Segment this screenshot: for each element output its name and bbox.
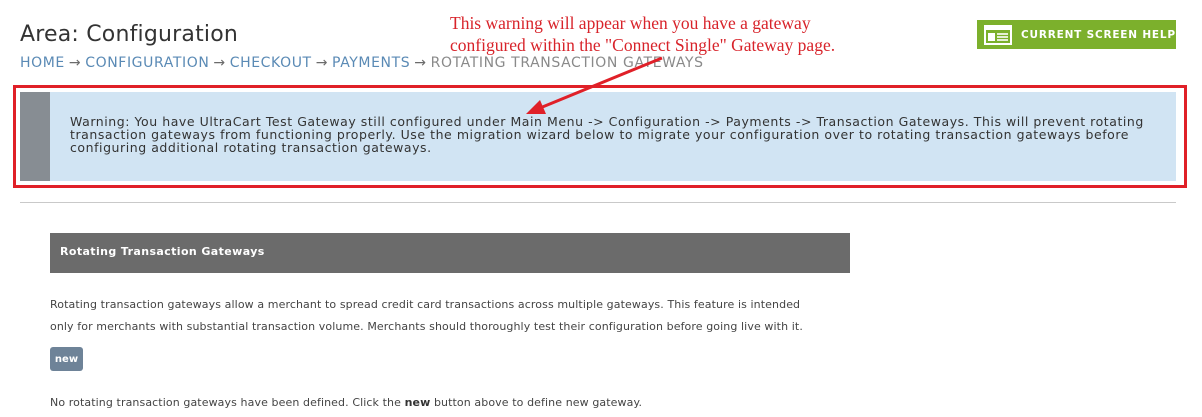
breadcrumb-separator: → — [315, 55, 329, 71]
screen-help-icon — [984, 24, 1012, 45]
help-button-label: CURRENT SCREEN HELP — [1021, 28, 1176, 41]
section-header: Rotating Transaction Gateways — [50, 233, 850, 273]
breadcrumb-home[interactable]: HOME — [20, 55, 65, 71]
empty-state-bold: new — [404, 396, 431, 409]
annotation-line-2: configured within the "Connect Single" G… — [450, 35, 836, 55]
breadcrumb: HOME → CONFIGURATION → CHECKOUT → PAYMENTS → ROT… — [20, 55, 704, 71]
empty-state-text: No rotating transaction gateways have be… — [50, 396, 405, 409]
description-line-2: only for merchants with substantial tran… — [50, 320, 803, 333]
new-gateway-button[interactable]: new — [50, 347, 83, 371]
breadcrumb-current: ROTATING TRANSACTION GATEWAYS — [430, 55, 704, 71]
description-line-1: Rotating transaction gateways allow a me… — [50, 298, 801, 311]
annotation-line-1: This warning will appear when you have a… — [450, 13, 811, 33]
section-description: Rotating transaction gateways allow a me… — [50, 294, 840, 338]
breadcrumb-separator: → — [414, 55, 427, 71]
warning-highlight-frame — [13, 85, 1187, 188]
annotation-callout: This warning will appear when you have a… — [450, 12, 920, 56]
breadcrumb-separator: → — [213, 55, 226, 71]
empty-state-message: No rotating transaction gateways have be… — [50, 396, 642, 409]
breadcrumb-separator: → — [68, 55, 82, 71]
breadcrumb-checkout[interactable]: CHECKOUT — [230, 55, 312, 71]
breadcrumb-payments[interactable]: PAYMENTS — [332, 55, 410, 71]
divider — [20, 202, 1176, 203]
page-title: Area: Configuration — [20, 22, 239, 47]
empty-state-text-end: button above to define new gateway. — [430, 396, 643, 409]
breadcrumb-configuration[interactable]: CONFIGURATION — [85, 55, 209, 71]
current-screen-help-button[interactable]: CURRENT SCREEN HELP — [977, 20, 1176, 49]
